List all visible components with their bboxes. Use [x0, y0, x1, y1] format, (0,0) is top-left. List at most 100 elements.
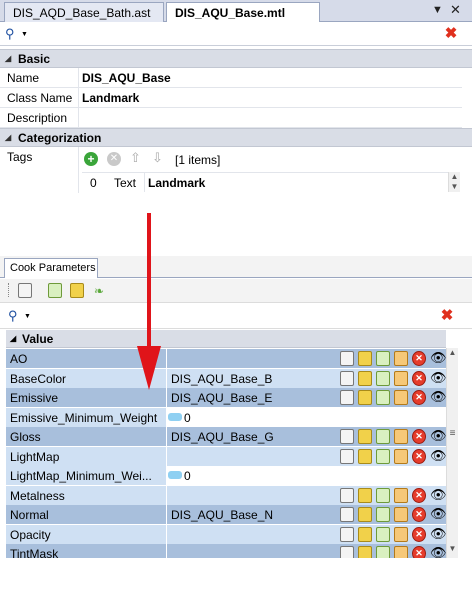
- grid-row[interactable]: TintMask ✕ 👁: [6, 544, 447, 559]
- grid-row-value[interactable]: DIS_AQU_Base_E: [167, 388, 335, 407]
- new-document-icon[interactable]: [340, 390, 354, 405]
- property-row-name[interactable]: Name DIS_AQU_Base: [0, 68, 462, 88]
- remove-icon[interactable]: ✕: [412, 546, 426, 558]
- grid-row-value[interactable]: DIS_AQU_Base_B: [167, 368, 335, 388]
- grid-row[interactable]: Emissive DIS_AQU_Base_E ✕ 👁: [6, 388, 447, 407]
- tags-scrollbar[interactable]: ▲ ▼: [448, 172, 460, 192]
- go-to-asset-icon[interactable]: [394, 526, 408, 542]
- grid-row[interactable]: AO ✕ 👁: [6, 349, 447, 368]
- eye-icon[interactable]: 👁: [430, 351, 447, 366]
- property-value[interactable]: Landmark: [82, 91, 139, 105]
- new-document-icon[interactable]: [340, 507, 354, 522]
- remove-icon[interactable]: ✕: [412, 448, 426, 464]
- eye-icon[interactable]: 👁: [430, 448, 447, 464]
- search-dropdown-caret-icon[interactable]: ▼: [24, 313, 31, 320]
- eye-icon[interactable]: 👁: [430, 526, 447, 542]
- remove-icon[interactable]: ✕: [412, 429, 426, 444]
- new-document-icon[interactable]: [340, 429, 354, 444]
- grid-row-value[interactable]: DIS_AQU_Base_G: [167, 427, 335, 446]
- browse-folder-icon[interactable]: [358, 487, 372, 503]
- refresh-icon[interactable]: [376, 507, 390, 522]
- go-to-asset-icon[interactable]: [394, 487, 408, 503]
- remove-icon[interactable]: ✕: [412, 526, 426, 542]
- remove-icon[interactable]: ✕: [412, 487, 426, 503]
- property-value[interactable]: DIS_AQU_Base: [82, 71, 171, 85]
- remove-icon[interactable]: ✕: [412, 390, 426, 405]
- eye-icon[interactable]: 👁: [430, 429, 447, 444]
- collapse-triangle-icon[interactable]: ◢: [5, 54, 11, 63]
- new-document-icon[interactable]: [340, 546, 354, 558]
- refresh-icon[interactable]: [376, 487, 390, 503]
- refresh-icon[interactable]: [376, 429, 390, 444]
- search-dropdown-caret-icon[interactable]: ▼: [21, 31, 28, 38]
- refresh-icon[interactable]: [376, 390, 390, 405]
- refresh-icon[interactable]: [376, 448, 390, 464]
- new-document-icon[interactable]: [340, 526, 354, 542]
- clear-search-icon[interactable]: ✖: [440, 308, 454, 323]
- collapse-triangle-icon[interactable]: ◢: [10, 334, 16, 343]
- refresh-icon[interactable]: [376, 351, 390, 366]
- grid-row-number[interactable]: 0: [184, 411, 191, 425]
- grid-row[interactable]: Emissive_Minimum_Weight 0: [6, 407, 446, 427]
- go-to-asset-icon[interactable]: [394, 351, 408, 366]
- refresh-icon[interactable]: [376, 526, 390, 542]
- grid-row[interactable]: Gloss DIS_AQU_Base_G ✕ 👁: [6, 427, 447, 446]
- grid-row-value[interactable]: [167, 524, 335, 544]
- grid-row-value[interactable]: [167, 544, 335, 558]
- new-document-icon[interactable]: [340, 370, 354, 386]
- grid-row-value[interactable]: [167, 349, 335, 368]
- browse-folder-icon[interactable]: [358, 448, 372, 464]
- tab-close-icon[interactable]: ✕: [450, 2, 461, 18]
- eye-icon[interactable]: 👁: [430, 370, 447, 386]
- browse-folder-icon[interactable]: [358, 370, 372, 386]
- go-to-asset-icon[interactable]: [394, 448, 408, 464]
- new-document-icon[interactable]: [340, 351, 354, 366]
- folder-icon[interactable]: [70, 283, 84, 298]
- eye-icon[interactable]: 👁: [430, 390, 447, 405]
- go-to-asset-icon[interactable]: [394, 546, 408, 558]
- browse-folder-icon[interactable]: [358, 351, 372, 366]
- grid-row-number[interactable]: 0: [184, 469, 191, 483]
- grid-row[interactable]: Normal DIS_AQU_Base_N ✕ 👁: [6, 505, 447, 524]
- eye-icon[interactable]: 👁: [430, 487, 447, 503]
- browse-folder-icon[interactable]: [358, 429, 372, 444]
- go-to-asset-icon[interactable]: [394, 429, 408, 444]
- grid-row[interactable]: Metalness ✕ 👁: [6, 485, 447, 505]
- refresh-icon[interactable]: [48, 283, 62, 298]
- grid-scrollbar[interactable]: ▲ ≡ ▼: [446, 348, 458, 558]
- grid-row-value[interactable]: DIS_AQU_Base_N: [167, 505, 335, 524]
- slider-icon[interactable]: [168, 412, 182, 421]
- grid-row[interactable]: BaseColor DIS_AQU_Base_B ✕ 👁: [6, 368, 447, 388]
- add-icon[interactable]: +: [84, 152, 98, 166]
- leaf-icon[interactable]: ❧: [94, 284, 104, 298]
- tab-list-dropdown-icon[interactable]: ▼: [432, 4, 443, 16]
- eye-icon[interactable]: 👁: [430, 546, 447, 559]
- browse-folder-icon[interactable]: [358, 526, 372, 542]
- property-row-class-name[interactable]: Class Name Landmark: [0, 88, 462, 108]
- remove-icon[interactable]: ✕: [107, 152, 121, 166]
- search-icon[interactable]: ⚲: [5, 26, 15, 42]
- grid-row[interactable]: LightMap ✕ 👁: [6, 446, 447, 466]
- grid-section-value[interactable]: ◢ Value: [6, 330, 446, 348]
- new-document-icon[interactable]: [340, 487, 354, 503]
- grid-row-value[interactable]: [167, 485, 335, 505]
- go-to-asset-icon[interactable]: [394, 370, 408, 386]
- browse-folder-icon[interactable]: [358, 390, 372, 405]
- new-document-icon[interactable]: [340, 448, 354, 464]
- browse-folder-icon[interactable]: [358, 507, 372, 522]
- refresh-icon[interactable]: [376, 546, 390, 558]
- clear-search-icon[interactable]: ✖: [444, 26, 458, 41]
- browse-folder-icon[interactable]: [358, 546, 372, 558]
- grid-row-value[interactable]: [167, 446, 335, 466]
- tab-dis-aqd-base-bath[interactable]: DIS_AQD_Base_Bath.ast: [4, 2, 164, 22]
- property-row-description[interactable]: Description: [0, 108, 462, 128]
- tag-value[interactable]: Landmark: [148, 176, 205, 190]
- go-to-asset-icon[interactable]: [394, 390, 408, 405]
- remove-icon[interactable]: ✕: [412, 370, 426, 386]
- collapse-triangle-icon[interactable]: ◢: [5, 133, 11, 142]
- refresh-icon[interactable]: [376, 370, 390, 386]
- grid-row[interactable]: Opacity ✕ 👁: [6, 524, 447, 544]
- new-document-icon[interactable]: [18, 283, 32, 298]
- remove-icon[interactable]: ✕: [412, 351, 426, 366]
- section-categorization[interactable]: ◢ Categorization: [0, 128, 472, 147]
